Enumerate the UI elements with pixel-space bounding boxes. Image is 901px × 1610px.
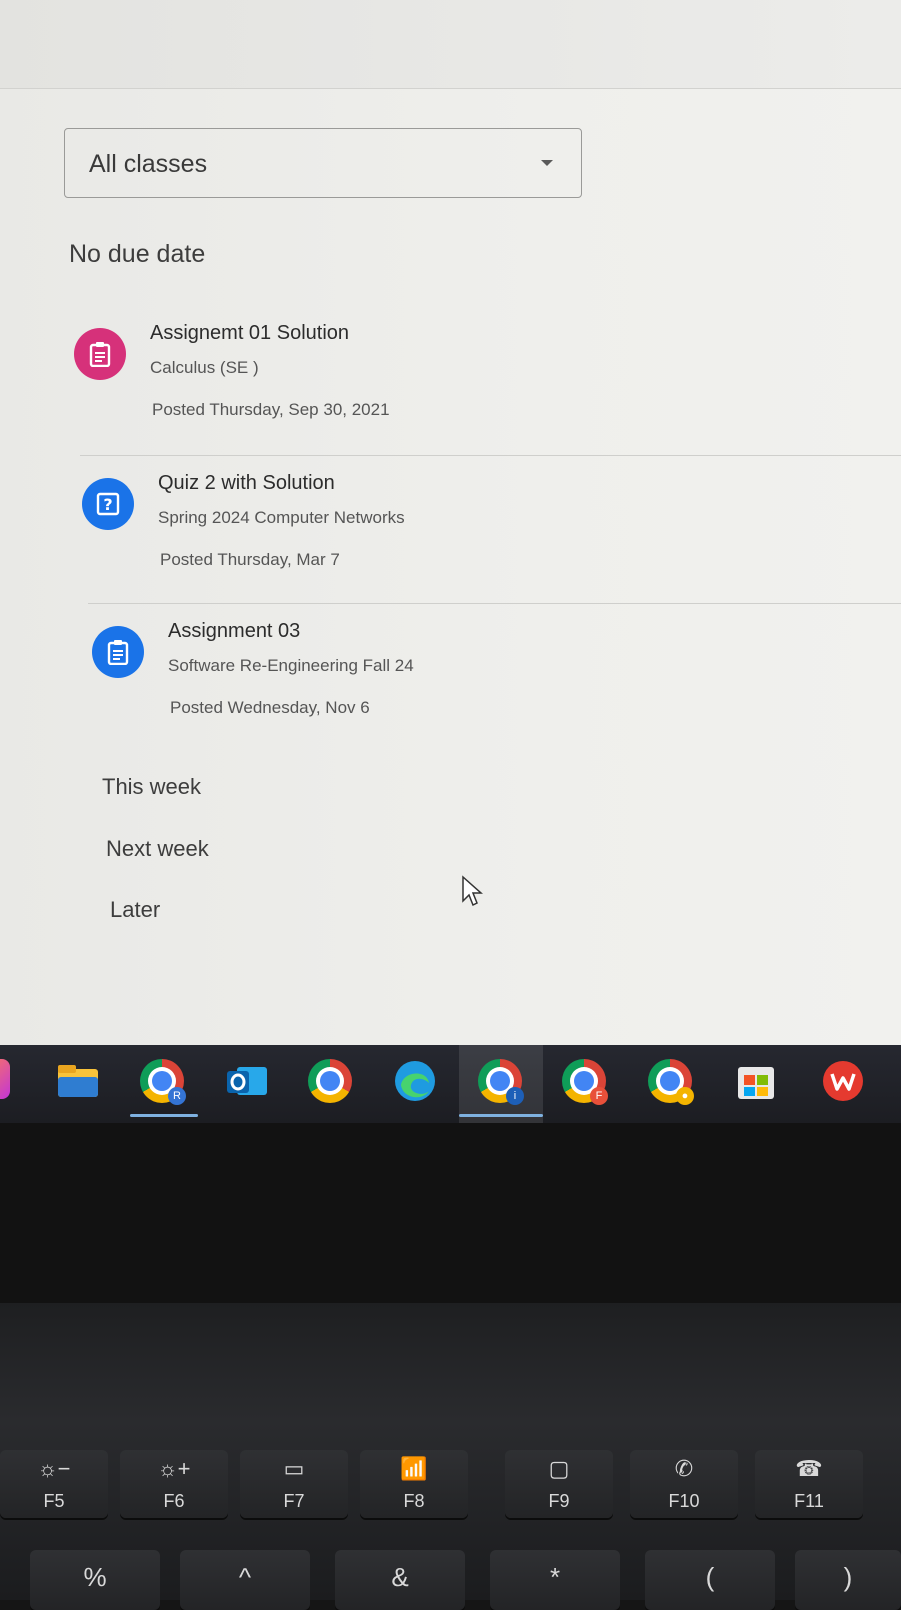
notification-icon: ▢ <box>548 1456 570 1481</box>
class-filter-value: All classes <box>89 150 208 178</box>
call-answer-icon: ✆ <box>674 1456 694 1481</box>
file-explorer-icon[interactable] <box>56 1059 100 1103</box>
key-f8[interactable]: 📶 F8 <box>360 1450 468 1518</box>
wps-office-icon[interactable] <box>821 1059 865 1103</box>
task-posted-date: Posted Wednesday, Nov 6 <box>170 698 370 717</box>
task-course: Spring 2024 Computer Networks <box>158 508 405 527</box>
task-title: Assignemt 01 Solution <box>150 322 350 344</box>
task-title: Quiz 2 with Solution <box>158 472 335 494</box>
taskbar: R i F ● <box>0 1045 901 1123</box>
task-posted-date: Posted Thursday, Sep 30, 2021 <box>152 400 390 419</box>
airplane-mode-icon: 📶 <box>400 1456 428 1481</box>
svg-text:?: ? <box>103 495 112 514</box>
chrome-profile-i-icon[interactable]: i <box>478 1059 524 1105</box>
brightness-up-icon: ☼+ <box>157 1456 191 1481</box>
assignment-icon <box>74 328 126 380</box>
section-no-due-date[interactable]: No due date <box>69 240 205 269</box>
top-bar <box>0 0 901 89</box>
profile-avatar-badge: ● <box>676 1087 694 1105</box>
laptop-bezel <box>0 1123 901 1303</box>
key-right-paren[interactable]: ) <box>795 1550 901 1610</box>
key-f9[interactable]: ▢ F9 <box>505 1450 613 1518</box>
task-course: Software Re-Engineering Fall 24 <box>168 656 414 675</box>
task-title: Assignment 03 <box>168 620 301 642</box>
running-indicator <box>130 1114 198 1117</box>
key-f11[interactable]: ☎ F11 <box>755 1450 863 1518</box>
dropdown-caret-icon <box>541 160 553 166</box>
key-f6[interactable]: ☼+ F6 <box>120 1450 228 1518</box>
profile-badge: i <box>506 1087 524 1105</box>
task-item[interactable]: Assignemt 01 Solution Calculus (SE ) Pos… <box>74 322 874 462</box>
task-posted-date: Posted Thursday, Mar 7 <box>160 550 340 569</box>
divider <box>88 603 901 604</box>
chrome-icon[interactable] <box>308 1059 352 1103</box>
key-f10[interactable]: ✆ F10 <box>630 1450 738 1518</box>
chrome-profile-person-icon[interactable]: ● <box>648 1059 694 1105</box>
task-course: Calculus (SE ) <box>150 358 259 377</box>
key-left-paren[interactable]: ( <box>645 1550 775 1610</box>
assignment-icon <box>92 626 144 678</box>
app-partial-icon[interactable] <box>0 1059 24 1103</box>
classroom-todo-page: All classes No due date Assignemt 01 Sol… <box>0 0 901 1045</box>
running-indicator <box>459 1114 543 1117</box>
call-end-icon: ☎ <box>795 1456 823 1481</box>
chrome-profile-r-icon[interactable]: R <box>140 1059 186 1105</box>
divider <box>80 455 901 456</box>
section-later[interactable]: Later <box>110 897 160 923</box>
chrome-profile-f-icon[interactable]: F <box>562 1059 608 1105</box>
key-ampersand[interactable]: & <box>335 1550 465 1610</box>
class-filter-dropdown[interactable]: All classes <box>64 128 582 198</box>
key-percent[interactable]: % <box>30 1550 160 1610</box>
key-f5[interactable]: ☼− F5 <box>0 1450 108 1518</box>
key-caret[interactable]: ^ <box>180 1550 310 1610</box>
key-asterisk[interactable]: * <box>490 1550 620 1610</box>
microsoft-store-icon[interactable] <box>734 1059 778 1103</box>
section-next-week[interactable]: Next week <box>106 836 209 862</box>
brightness-down-icon: ☼− <box>37 1456 71 1481</box>
profile-badge: F <box>590 1087 608 1105</box>
task-item[interactable]: ? Quiz 2 with Solution Spring 2024 Compu… <box>82 472 882 612</box>
edge-icon[interactable] <box>393 1059 437 1103</box>
quiz-icon: ? <box>82 478 134 530</box>
section-this-week[interactable]: This week <box>102 774 201 800</box>
display-switch-icon: ▭ <box>283 1456 305 1481</box>
key-f7[interactable]: ▭ F7 <box>240 1450 348 1518</box>
mouse-cursor-icon <box>462 875 483 907</box>
profile-badge: R <box>168 1087 186 1105</box>
outlook-icon[interactable] <box>225 1059 269 1103</box>
task-item[interactable]: Assignment 03 Software Re-Engineering Fa… <box>92 620 892 760</box>
